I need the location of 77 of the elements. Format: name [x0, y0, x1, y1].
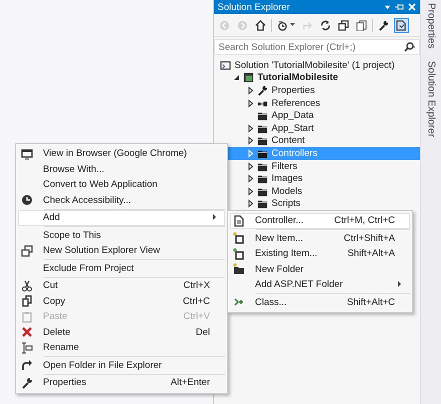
menu-item[interactable]: Properties Alt+Enter — [18, 375, 225, 390]
menu-item[interactable]: Rename — [18, 340, 225, 356]
tree-item[interactable]: TutorialMobilesite — [214, 72, 420, 84]
collapsed-arrow-icon[interactable] — [246, 98, 255, 108]
files-button[interactable] — [354, 18, 369, 32]
menu-item[interactable]: Existing Item... Shift+Alt+A — [230, 246, 410, 262]
back-icon — [218, 20, 230, 30]
tree-item[interactable]: References — [214, 96, 420, 110]
home-button[interactable] — [252, 18, 268, 32]
home-icon — [254, 20, 266, 30]
tree-item[interactable]: Properties — [214, 84, 420, 97]
browser-window-icon — [21, 148, 33, 160]
curved-arrow-icon — [302, 20, 313, 30]
new-folder-icon — [233, 263, 245, 276]
preview-icon — [396, 20, 407, 30]
menu-item[interactable]: Add — [18, 210, 225, 226]
menu-item[interactable]: Controller... Ctrl+M, Ctrl+C — [230, 213, 410, 228]
caret-icon[interactable] — [290, 23, 295, 27]
document-icon — [233, 214, 245, 227]
folder-icon — [256, 110, 268, 122]
tree-item[interactable]: App_Start — [214, 122, 420, 135]
menu-item[interactable]: Class... Shift+Alt+C — [230, 294, 410, 310]
rename-icon — [21, 342, 33, 354]
wrench-icon — [21, 376, 33, 389]
solution-icon — [220, 60, 231, 71]
collapsed-arrow-icon[interactable] — [246, 162, 255, 171]
dropdown-icon[interactable] — [384, 4, 392, 10]
folder-icon — [256, 173, 268, 184]
menu-item[interactable]: Cut Ctrl+X — [18, 278, 225, 294]
menu-item[interactable]: Delete Del — [18, 324, 225, 340]
collapse-icon — [338, 20, 349, 30]
search-field[interactable]: Search Solution Explorer (Ctrl+;) — [214, 39, 420, 55]
history-icon — [276, 20, 288, 30]
tree-item[interactable]: Content — [214, 134, 420, 148]
scissors-icon — [21, 280, 33, 292]
collapsed-arrow-icon[interactable] — [246, 199, 255, 208]
menu-item[interactable]: Scope to This — [18, 228, 225, 243]
project-icon — [242, 72, 254, 84]
tree-item[interactable]: Solution 'TutorialMobilesite' (1 project) — [214, 59, 420, 72]
expanded-arrow-icon[interactable] — [232, 73, 241, 82]
side-tab[interactable]: Solution Explorer — [426, 60, 437, 137]
collapsed-arrow-icon[interactable] — [246, 86, 255, 95]
collapse-button[interactable] — [336, 18, 351, 32]
delete-x-icon — [21, 326, 33, 338]
windows-icon — [21, 244, 33, 257]
pin-icon[interactable] — [395, 3, 404, 11]
new-item-icon — [233, 232, 245, 244]
collapsed-arrow-icon[interactable] — [246, 124, 255, 133]
add-item-icon — [233, 248, 245, 260]
search-icon — [403, 42, 416, 52]
menu-item[interactable]: Exclude From Project — [18, 260, 225, 276]
class-icon — [233, 296, 245, 308]
curved-arrow-icon — [21, 359, 33, 372]
menu-item[interactable]: New Solution Explorer View — [18, 243, 225, 258]
menu-item[interactable]: New Item... Ctrl+Shift+A — [230, 230, 410, 246]
close-icon[interactable] — [408, 3, 416, 11]
clipboard-icon — [21, 310, 33, 323]
menu-item[interactable]: New Folder — [230, 262, 410, 277]
wrench-icon — [378, 20, 389, 30]
clock-icon — [21, 194, 33, 206]
folder-icon — [256, 135, 268, 146]
side-tab[interactable]: Properties — [426, 3, 437, 49]
collapsed-arrow-icon[interactable] — [246, 174, 255, 184]
forward-icon — [236, 20, 248, 30]
tree-item[interactable]: App_Data — [214, 109, 420, 122]
menu-item[interactable]: Open Folder in File Explorer — [18, 358, 225, 373]
menu-item[interactable]: Add ASP.NET Folder — [230, 277, 410, 292]
panel-title: Solution Explorer — [218, 2, 291, 12]
preview-button[interactable] — [394, 18, 409, 32]
wrench-icon — [256, 84, 268, 96]
collapsed-arrow-icon[interactable] — [246, 186, 255, 196]
sync-icon — [320, 20, 331, 30]
folder-icon — [256, 198, 268, 210]
files-icon — [356, 20, 367, 30]
menu-item[interactable]: Copy Ctrl+C — [18, 294, 225, 309]
copy-icon — [21, 295, 33, 308]
collapsed-arrow-icon[interactable] — [246, 136, 255, 146]
